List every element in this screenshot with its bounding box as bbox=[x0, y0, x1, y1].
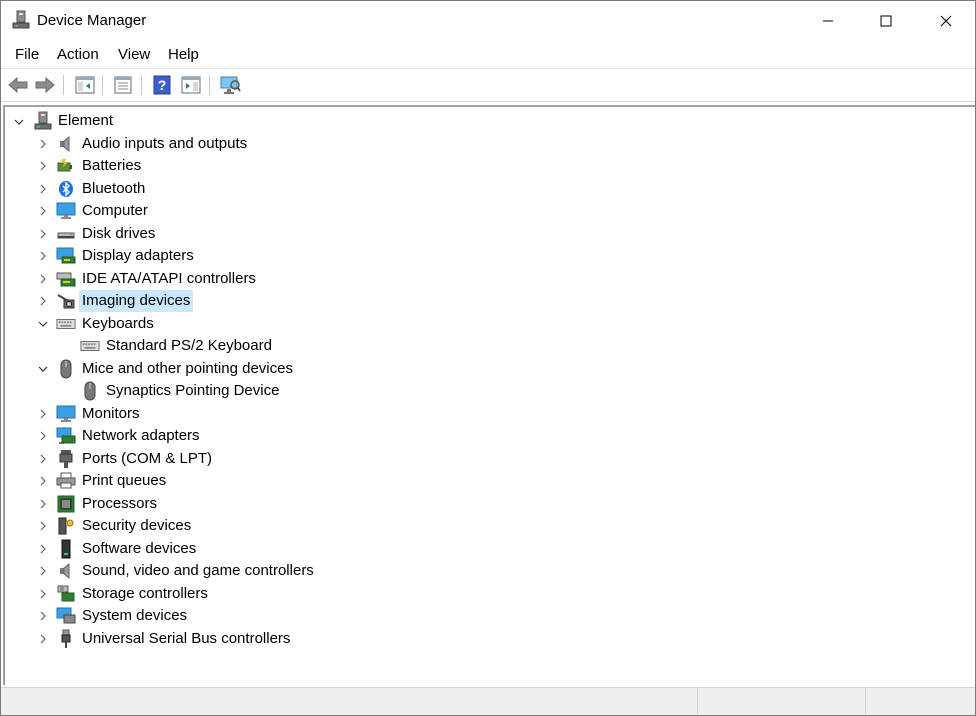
menu-help[interactable]: Help bbox=[166, 46, 201, 63]
port-icon bbox=[56, 449, 76, 469]
system-device-icon bbox=[56, 606, 76, 626]
menu-action[interactable]: Action bbox=[55, 46, 101, 63]
tree-device-label[interactable]: Synaptics Pointing Device bbox=[103, 380, 282, 402]
monitor-icon bbox=[56, 404, 76, 424]
security-key-icon bbox=[56, 516, 76, 536]
tree-category-label[interactable]: Print queues bbox=[79, 470, 169, 492]
tree-category-label[interactable]: Imaging devices bbox=[79, 290, 194, 312]
tree-category-label[interactable]: Monitors bbox=[79, 403, 143, 425]
chevron-right-icon[interactable] bbox=[37, 250, 49, 262]
tree-category-label[interactable]: System devices bbox=[79, 605, 190, 627]
tree-category-label[interactable]: Sound, video and game controllers bbox=[79, 560, 317, 582]
tree-device-label[interactable]: Standard PS/2 Keyboard bbox=[103, 335, 275, 357]
close-button[interactable] bbox=[917, 1, 975, 41]
keyboard-icon bbox=[80, 336, 100, 356]
chevron-right-icon[interactable] bbox=[37, 183, 49, 195]
mouse-icon bbox=[56, 359, 76, 379]
chevron-down-icon[interactable] bbox=[13, 116, 25, 128]
scan-hardware-changes-icon[interactable] bbox=[218, 73, 242, 97]
tree-category-label[interactable]: Storage controllers bbox=[79, 583, 211, 605]
camera-icon bbox=[56, 291, 76, 311]
chevron-right-icon[interactable] bbox=[37, 430, 49, 442]
monitor-icon bbox=[56, 201, 76, 221]
toolbar-separator bbox=[209, 75, 210, 95]
processor-icon bbox=[56, 494, 76, 514]
software-device-icon bbox=[56, 539, 76, 559]
printer-icon bbox=[56, 471, 76, 491]
display-adapter-icon bbox=[56, 246, 76, 266]
chevron-right-icon[interactable] bbox=[37, 475, 49, 487]
chevron-down-icon[interactable] bbox=[37, 363, 49, 375]
chevron-right-icon[interactable] bbox=[37, 205, 49, 217]
disk-drive-icon bbox=[56, 224, 76, 244]
tree-category-label[interactable]: Computer bbox=[79, 200, 151, 222]
title-bar[interactable]: Device Manager bbox=[1, 1, 975, 41]
chevron-right-icon[interactable] bbox=[37, 295, 49, 307]
chevron-down-icon[interactable] bbox=[37, 318, 49, 330]
storage-controller-icon bbox=[56, 584, 76, 604]
show-hide-console-tree-icon[interactable] bbox=[73, 73, 97, 97]
battery-icon bbox=[56, 156, 76, 176]
tree-root-label[interactable]: Element bbox=[55, 110, 116, 132]
tree-category-label[interactable]: Ports (COM & LPT) bbox=[79, 448, 215, 470]
chevron-right-icon[interactable] bbox=[37, 633, 49, 645]
minimize-button[interactable] bbox=[799, 1, 857, 41]
chevron-right-icon[interactable] bbox=[37, 453, 49, 465]
keyboard-icon bbox=[56, 314, 76, 334]
tree-category-label[interactable]: Disk drives bbox=[79, 223, 158, 245]
chevron-right-icon[interactable] bbox=[37, 138, 49, 150]
back-arrow-icon[interactable] bbox=[6, 73, 30, 97]
chevron-right-icon[interactable] bbox=[37, 160, 49, 172]
usb-icon bbox=[56, 629, 76, 649]
window-title: Device Manager bbox=[37, 12, 147, 29]
status-bar bbox=[1, 687, 975, 715]
tree-category-label[interactable]: Audio inputs and outputs bbox=[79, 133, 250, 155]
menu-view[interactable]: View bbox=[116, 46, 152, 63]
chevron-right-icon[interactable] bbox=[37, 610, 49, 622]
menu-bar: File Action View Help bbox=[1, 42, 975, 69]
chevron-right-icon[interactable] bbox=[37, 520, 49, 532]
chevron-right-icon[interactable] bbox=[37, 273, 49, 285]
tree-category-label[interactable]: Network adapters bbox=[79, 425, 203, 447]
tree-category-label[interactable]: Display adapters bbox=[79, 245, 197, 267]
device-tree[interactable]: Element Audio inputs and outputs Batterie… bbox=[3, 105, 975, 685]
speaker-icon bbox=[56, 561, 76, 581]
network-adapter-icon bbox=[56, 426, 76, 446]
status-bar-divider bbox=[865, 688, 866, 715]
bluetooth-icon bbox=[56, 179, 76, 199]
action-pane-icon[interactable] bbox=[179, 73, 203, 97]
svg-text:?: ? bbox=[158, 77, 167, 93]
mouse-icon bbox=[80, 381, 100, 401]
tree-category-label[interactable]: Software devices bbox=[79, 538, 199, 560]
chevron-right-icon[interactable] bbox=[37, 228, 49, 240]
device-manager-window: Device Manager File Action View Help ? E… bbox=[0, 0, 976, 716]
toolbar-separator bbox=[141, 75, 142, 95]
toolbar-separator bbox=[63, 75, 64, 95]
speaker-icon bbox=[56, 134, 76, 154]
tree-category-label[interactable]: Batteries bbox=[79, 155, 144, 177]
properties-icon[interactable] bbox=[111, 73, 135, 97]
chevron-right-icon[interactable] bbox=[37, 588, 49, 600]
chevron-right-icon[interactable] bbox=[37, 498, 49, 510]
maximize-button[interactable] bbox=[857, 1, 915, 41]
ide-controller-icon bbox=[56, 269, 76, 289]
forward-arrow-icon[interactable] bbox=[33, 73, 57, 97]
chevron-right-icon[interactable] bbox=[37, 565, 49, 577]
device-manager-icon bbox=[11, 10, 31, 30]
chevron-right-icon[interactable] bbox=[37, 543, 49, 555]
tree-category-label[interactable]: Bluetooth bbox=[79, 178, 148, 200]
help-icon[interactable]: ? bbox=[150, 73, 174, 97]
status-bar-divider bbox=[697, 688, 698, 715]
menu-file[interactable]: File bbox=[13, 46, 41, 63]
tree-category-label[interactable]: IDE ATA/ATAPI controllers bbox=[79, 268, 259, 290]
tree-category-label[interactable]: Universal Serial Bus controllers bbox=[79, 628, 293, 650]
tree-category-label[interactable]: Security devices bbox=[79, 515, 194, 537]
tree-category-label[interactable]: Mice and other pointing devices bbox=[79, 358, 296, 380]
tree-category-label[interactable]: Processors bbox=[79, 493, 160, 515]
chevron-right-icon[interactable] bbox=[37, 408, 49, 420]
toolbar-separator bbox=[102, 75, 103, 95]
tree-category-label[interactable]: Keyboards bbox=[79, 313, 157, 335]
toolbar: ? bbox=[1, 69, 975, 102]
computer-tower-icon bbox=[33, 111, 53, 131]
